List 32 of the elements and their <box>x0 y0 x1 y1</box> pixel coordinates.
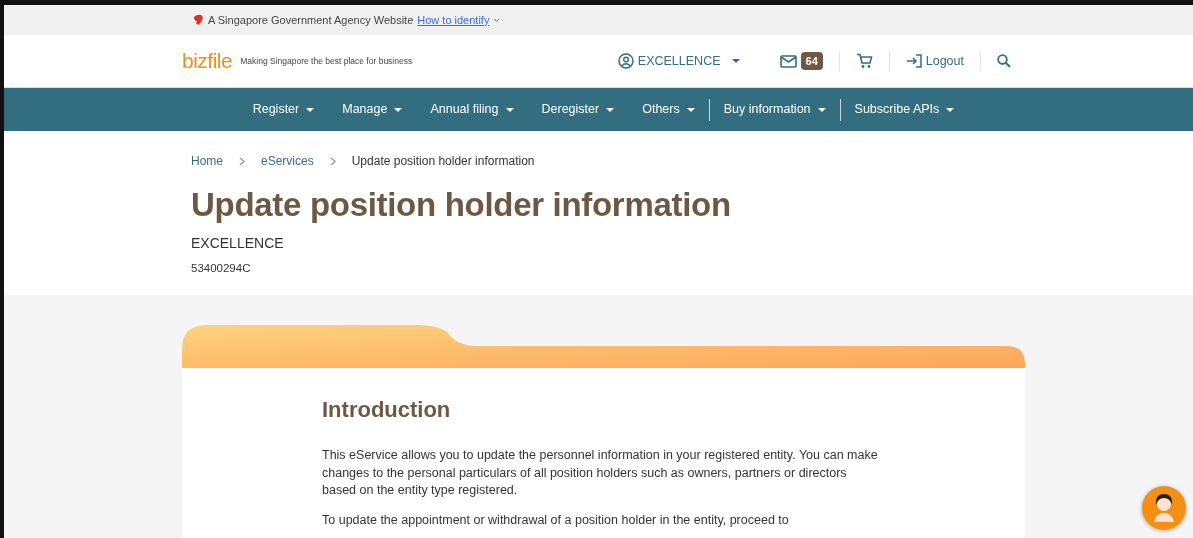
how-to-identify-link[interactable]: How to identify <box>417 11 490 29</box>
lion-head-icon <box>192 14 204 26</box>
chevron-right-icon <box>239 156 245 166</box>
chat-assistant-button[interactable] <box>1142 486 1186 530</box>
search-icon[interactable] <box>997 54 1011 68</box>
page-title: Update position holder information <box>191 185 732 225</box>
nav-menu-item[interactable]: Subscribe APIs <box>840 100 969 119</box>
chevron-right-icon <box>329 156 336 166</box>
cart-icon[interactable] <box>855 53 873 69</box>
nav-menu-item[interactable]: Others <box>628 100 709 119</box>
logout-button[interactable]: Logout <box>905 51 964 71</box>
nav-menu-item[interactable]: Deregister <box>527 100 629 119</box>
logout-icon <box>905 54 922 68</box>
breadcrumb-current: Update position holder information <box>351 153 535 170</box>
user-icon <box>617 53 634 69</box>
breadcrumb-link[interactable]: eServices <box>261 152 314 170</box>
nav-menu-item[interactable]: Buy information <box>709 100 840 119</box>
unread-count-badge: 64 <box>800 51 823 71</box>
mail-icon[interactable] <box>779 54 797 68</box>
tagline: Making Singapore the best place for business <box>240 54 413 68</box>
nav-menu-item[interactable]: Annual filing <box>416 100 528 119</box>
intro-paragraph: This eService allows you to update the personnel information in your registered entity. You can make changes to the personal particulars of all position holders such as owners, partners or directors based on the entity type registered. <box>322 447 879 500</box>
entity-name: EXCELLENCE <box>191 233 285 253</box>
government-agency-text: A Singapore Government Agency Website <box>208 12 414 28</box>
nav-menu-item[interactable]: Register <box>238 100 329 119</box>
section-heading: Introduction <box>322 397 452 424</box>
breadcrumb-link[interactable]: Home <box>191 152 223 170</box>
account-menu[interactable]: EXCELLENCE <box>617 51 740 71</box>
chevron-down-icon[interactable] <box>493 17 501 23</box>
nav-menu-item[interactable]: Manage <box>328 100 417 119</box>
entity-uen: 53400294C <box>191 260 252 276</box>
intro-paragraph: To update the appointment or withdrawal of a position holder in the entity, proceed to <box>322 511 790 529</box>
